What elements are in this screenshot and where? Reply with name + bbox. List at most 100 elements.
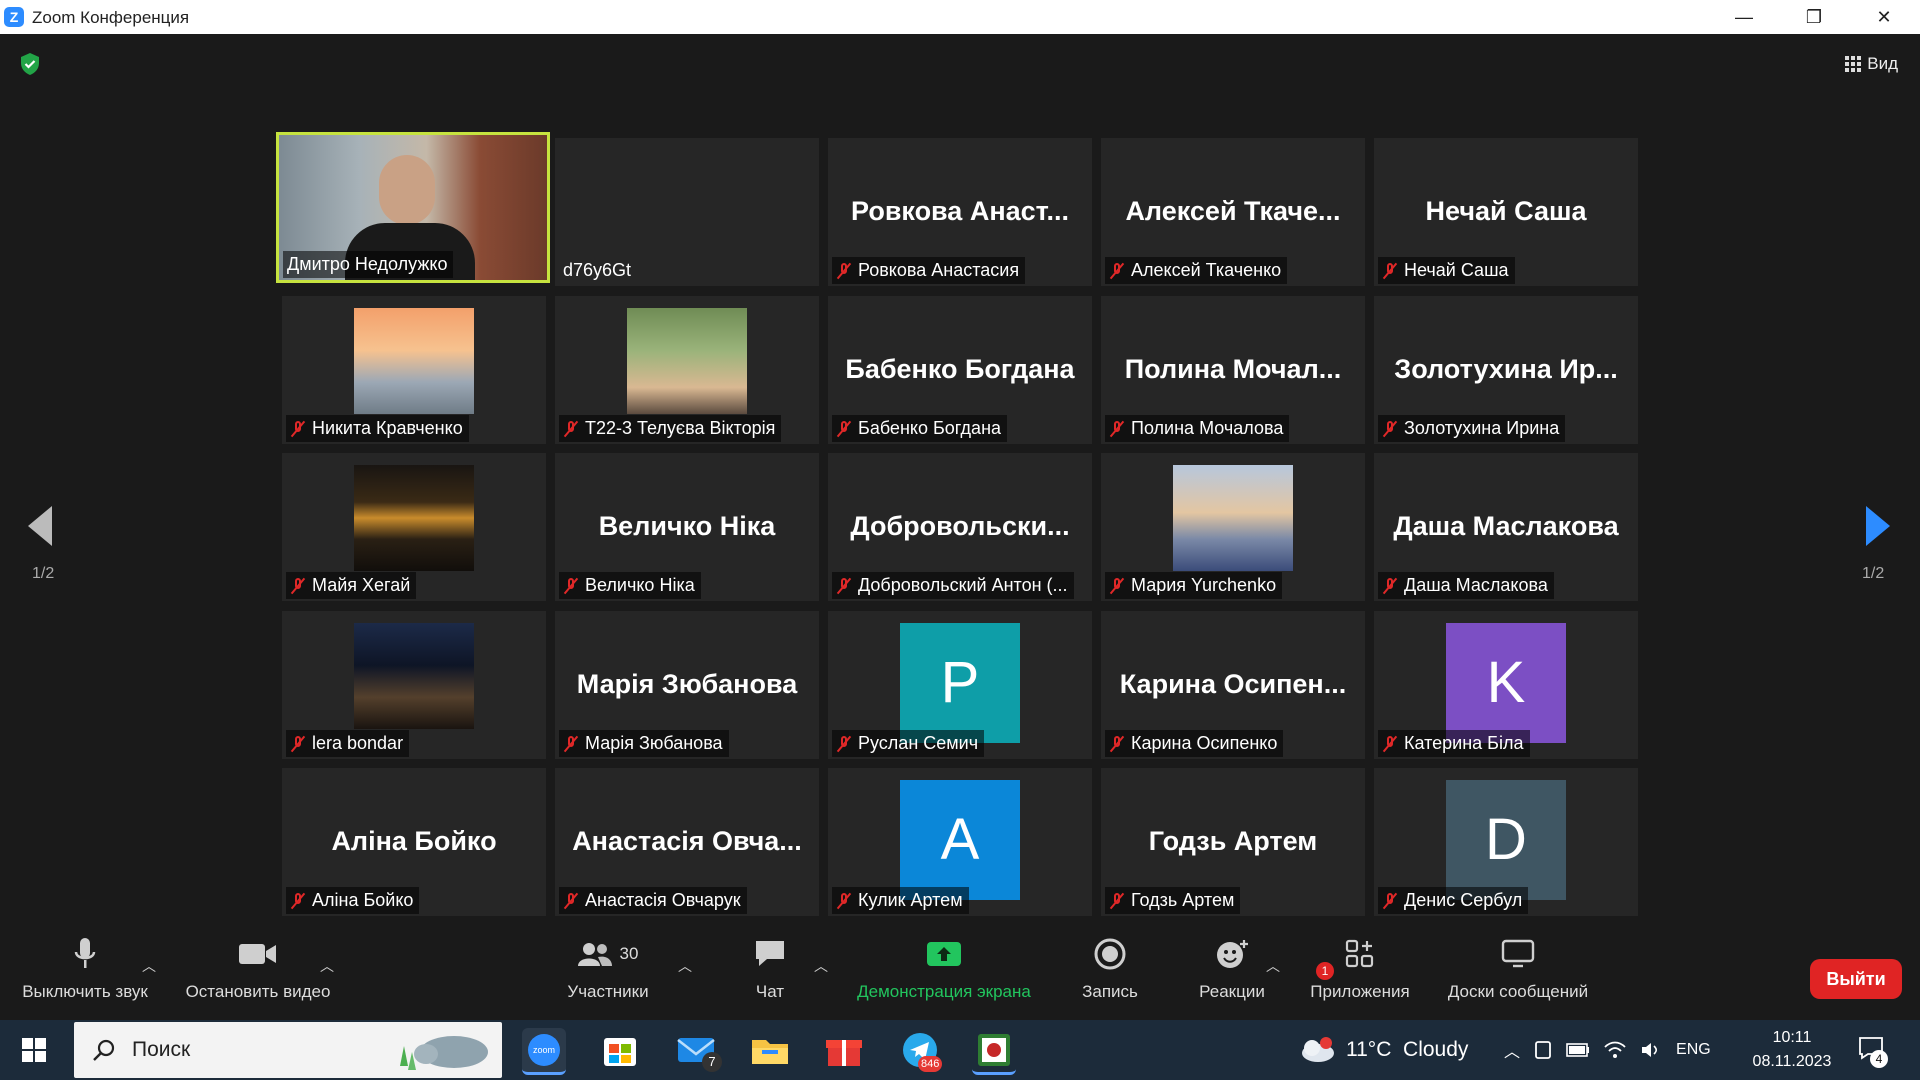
mute-button[interactable]: Выключить звук [10, 930, 160, 1002]
security-shield-icon[interactable] [18, 52, 42, 76]
participant-name-label: Кулик Артем [832, 887, 969, 914]
participant-tile[interactable]: Даша Маслакова Даша Маслакова [1374, 453, 1638, 601]
chat-bubble-icon [756, 941, 784, 966]
participant-tile[interactable]: K Катерина Біла [1374, 611, 1638, 759]
participant-tile[interactable]: Годзь Артем Годзь Артем [1101, 768, 1365, 916]
clock[interactable]: 10:11 08.11.2023 [1752, 1026, 1832, 1074]
speaker-silhouette [379, 155, 435, 225]
participant-name-label: Полина Мочалова [1105, 415, 1290, 442]
folder-icon [752, 1040, 788, 1064]
participant-display-name: Алексей Ткаче... [1125, 196, 1341, 226]
taskbar-mail-app[interactable]: 7 [674, 1028, 722, 1072]
participant-tile[interactable]: Добровольски... Добровольский Антон (... [828, 453, 1092, 601]
participant-tile[interactable]: Бабенко Богдана Бабенко Богдана [828, 296, 1092, 444]
video-options-caret-icon[interactable]: ︿ [320, 956, 334, 976]
taskbar-search-box[interactable]: Поиск [74, 1022, 502, 1078]
participant-tile[interactable]: Мария Yurchenko [1101, 453, 1365, 601]
participant-tile[interactable]: Аліна Бойко Аліна Бойко [282, 768, 546, 916]
participant-name-label: Майя Хегай [286, 572, 417, 599]
prev-page-arrow-icon[interactable] [28, 506, 52, 546]
restore-button[interactable]: ❐ [1784, 0, 1844, 34]
participant-name-text: Полина Мочалова [1131, 418, 1284, 438]
participant-tile[interactable]: D Денис Сербул [1374, 768, 1638, 916]
reactions-caret-icon[interactable]: ︿ [1266, 956, 1280, 976]
audio-options-caret-icon[interactable]: ︿ [142, 956, 156, 976]
video-camera-icon [239, 944, 276, 964]
minimize-button[interactable]: — [1714, 0, 1774, 34]
participant-name-label: Катерина Біла [1378, 730, 1530, 757]
participant-tile[interactable]: Т22-3 Телуєва Вікторія [555, 296, 819, 444]
participants-icon [577, 943, 612, 966]
taskbar-gift-app[interactable] [822, 1028, 866, 1072]
close-button[interactable]: ✕ [1854, 0, 1914, 34]
notification-center-button[interactable]: 4 [1858, 1036, 1888, 1068]
record-button[interactable]: Запись [1070, 930, 1150, 1002]
participant-tile[interactable]: Дмитро Недолужко [276, 132, 550, 283]
page-indicator-right: 1/2 [1862, 565, 1885, 582]
battery-icon[interactable] [1566, 1043, 1590, 1057]
whiteboards-button[interactable]: Доски сообщений [1436, 930, 1600, 1002]
share-screen-button[interactable]: Демонстрация экрана [846, 930, 1042, 1002]
participant-name-label: Анастасія Овчарук [559, 887, 747, 914]
taskbar-zoom-app[interactable]: zoom [522, 1028, 566, 1075]
chat-caret-icon[interactable]: ︿ [814, 956, 828, 976]
participant-profile-photo [354, 623, 474, 729]
participant-tile[interactable]: Величко Ніка Величко Ніка [555, 453, 819, 601]
participant-tile[interactable]: Карина Осипен... Карина Осипенко [1101, 611, 1365, 759]
wifi-icon[interactable] [1604, 1041, 1626, 1059]
participant-tile[interactable]: Ровкова Анаст... Ровкова Анастасия [828, 138, 1092, 286]
participant-name-text: Бабенко Богдана [858, 418, 1002, 438]
participants-caret-icon[interactable]: ︿ [678, 956, 692, 976]
participant-tile[interactable]: Золотухина Ир... Золотухина Ирина [1374, 296, 1638, 444]
reactions-button[interactable]: Реакции [1190, 930, 1274, 1002]
participant-name-label: Алексей Ткаченко [1105, 257, 1288, 284]
taskbar-photo-app[interactable] [972, 1028, 1016, 1075]
participant-name-label: Марія Зюбанова [559, 730, 729, 757]
participant-name-label: Величко Ніка [559, 572, 701, 599]
participant-display-name: Анастасія Овча... [572, 826, 802, 856]
stop-video-button[interactable]: Остановить видео [178, 930, 338, 1002]
weather-text: 11°C Cloudy [1346, 1038, 1469, 1061]
view-button[interactable]: Вид [1845, 54, 1898, 74]
windows-start-icon[interactable] [22, 1038, 46, 1062]
participant-name-label: Бабенко Богдана [832, 415, 1008, 442]
participant-tile[interactable]: A Кулик Артем [828, 768, 1092, 916]
next-page-arrow-icon[interactable] [1866, 506, 1890, 546]
tray-expand-chevron-icon[interactable]: ︿ [1504, 1038, 1520, 1062]
taskbar-explorer-app[interactable] [748, 1028, 792, 1072]
weather-widget[interactable]: 11°C Cloudy [1296, 1020, 1468, 1080]
participant-tile[interactable]: Нечай Саша Нечай Саша [1374, 138, 1638, 286]
volume-icon[interactable] [1640, 1041, 1662, 1059]
participant-avatar: D [1446, 780, 1566, 900]
record-label: Запись [1082, 982, 1138, 1001]
muted-microphone-icon [563, 892, 579, 910]
window-title: Zoom Конференция [32, 8, 190, 27]
participant-tile[interactable]: P Руслан Семич [828, 611, 1092, 759]
participant-tile[interactable]: Никита Кравченко [282, 296, 546, 444]
reactions-label: Реакции [1199, 982, 1265, 1001]
taskbar-store-app[interactable] [598, 1028, 642, 1072]
participant-tile[interactable]: Марія Зюбанова Марія Зюбанова [555, 611, 819, 759]
leave-button[interactable]: Выйти [1810, 959, 1902, 999]
participant-tile[interactable]: Анастасія Овча... Анастасія Овчарук [555, 768, 819, 916]
participant-name-text: Добровольский Антон (... [858, 575, 1068, 595]
participant-tile[interactable]: Полина Мочал... Полина Мочалова [1101, 296, 1365, 444]
participant-tile[interactable]: lera bondar [282, 611, 546, 759]
muted-microphone-icon [290, 577, 306, 595]
participant-tile[interactable]: d76y6Gt [555, 138, 819, 286]
language-indicator[interactable]: ENG [1676, 1041, 1711, 1059]
participants-button[interactable]: 30 Участники [558, 930, 658, 1002]
participant-display-name: Аліна Бойко [331, 826, 497, 856]
participant-name-label: Т22-3 Телуєва Вікторія [559, 415, 782, 442]
participant-tile[interactable]: Майя Хегай [282, 453, 546, 601]
title-bar: Z Zoom Конференция — ❐ ✕ [0, 0, 1920, 34]
device-icon[interactable] [1534, 1040, 1552, 1060]
participant-tile[interactable]: Алексей Ткаче... Алексей Ткаченко [1101, 138, 1365, 286]
chat-button[interactable]: Чат [730, 930, 810, 1002]
search-placeholder: Поиск [132, 1038, 191, 1061]
taskbar-telegram-app[interactable]: 846 [898, 1028, 943, 1072]
participants-label: Участники [567, 982, 649, 1001]
system-tray: ︿ ENG [1504, 1020, 1711, 1080]
manatee-search-art-icon [400, 1036, 488, 1070]
participant-name-text: Т22-3 Телуєва Вікторія [585, 418, 776, 438]
